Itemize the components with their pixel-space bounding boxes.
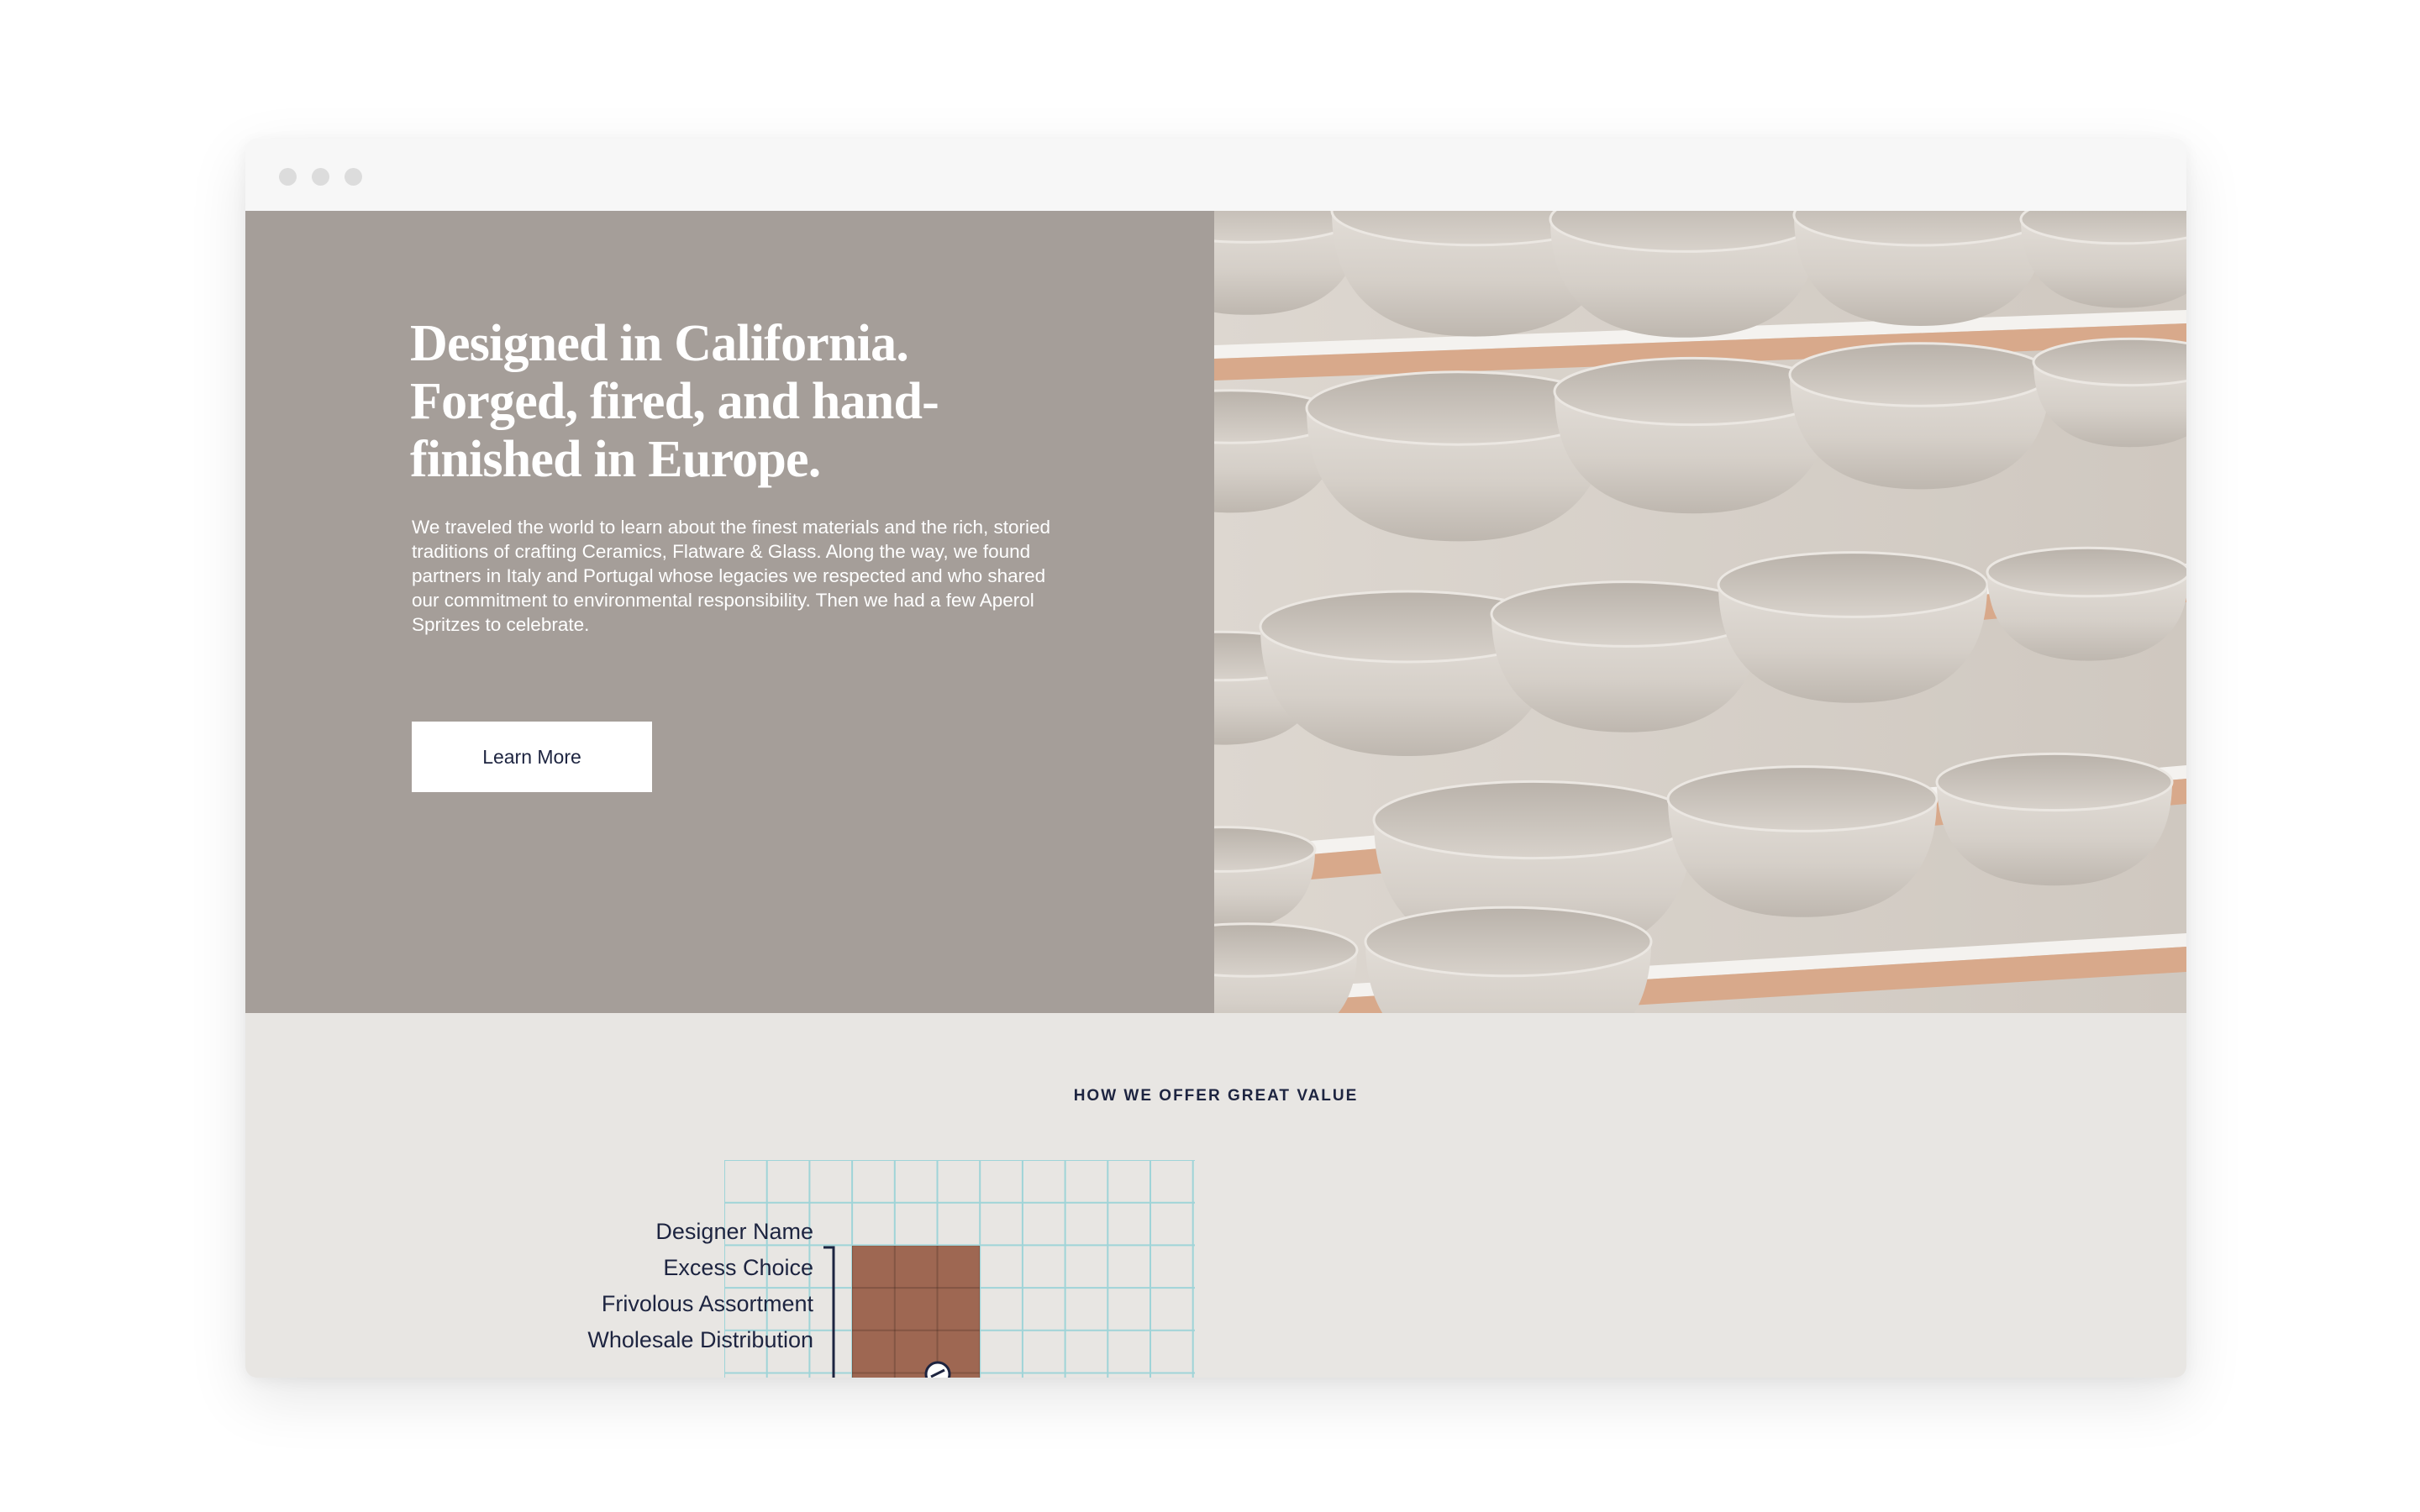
bowl-rim bbox=[1717, 551, 1989, 618]
grid-label: Excess Choice bbox=[663, 1255, 813, 1280]
page-viewport: Designed in California. Forged, fired, a… bbox=[245, 211, 2186, 1378]
bowl-rim bbox=[1372, 780, 1695, 860]
hero-description: We traveled the world to learn about the… bbox=[412, 517, 1050, 635]
hero-title: Designed in California. Forged, fired, a… bbox=[410, 315, 939, 488]
bowl-rim bbox=[1935, 752, 2174, 812]
grid-label: Frivolous Assortment bbox=[601, 1291, 813, 1316]
ceramic-bowls-photo bbox=[1214, 211, 2186, 1013]
hero-text-panel: Designed in California. Forged, fired, a… bbox=[245, 211, 1214, 1013]
learn-more-button[interactable]: Learn More bbox=[412, 722, 652, 792]
bowl-rim bbox=[1986, 546, 2186, 598]
marker-icon bbox=[924, 1361, 951, 1378]
bowl-rim bbox=[1788, 342, 2052, 407]
value-section bbox=[245, 1013, 2186, 1378]
grid-label: Wholesale Distribution bbox=[587, 1327, 813, 1352]
browser-window: Designed in California. Forged, fired, a… bbox=[245, 139, 2186, 1378]
value-section-heading: HOW WE OFFER GREAT VALUE bbox=[1073, 1087, 1359, 1105]
bowl-rim bbox=[2032, 337, 2186, 387]
bowl-rim bbox=[1666, 765, 1939, 832]
maximize-dot[interactable] bbox=[345, 168, 362, 186]
close-dot[interactable] bbox=[279, 168, 297, 186]
bowl-rim bbox=[1553, 356, 1833, 427]
bowl-rim bbox=[1364, 906, 1653, 978]
value-highlight-block bbox=[852, 1246, 980, 1378]
minimize-dot[interactable] bbox=[312, 168, 329, 186]
browser-titlebar bbox=[245, 139, 2186, 211]
label-bracket bbox=[823, 1246, 835, 1378]
grid-label: Designer Name bbox=[655, 1219, 813, 1244]
ceramic-bowls-illustration bbox=[1214, 211, 2186, 1013]
